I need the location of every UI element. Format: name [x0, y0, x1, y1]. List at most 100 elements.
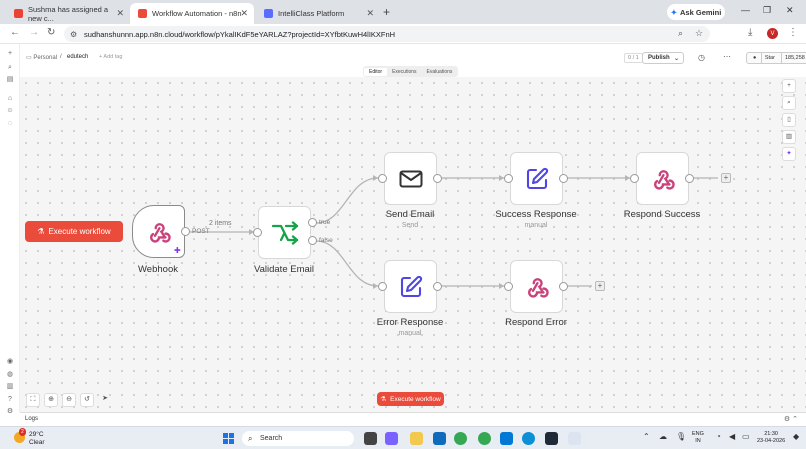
- add-node-icon[interactable]: +: [782, 79, 796, 93]
- close-icon[interactable]: ✕: [116, 8, 124, 19]
- success-output-handle[interactable]: [559, 174, 568, 183]
- restore-icon[interactable]: ❐: [763, 5, 771, 16]
- vscode-icon[interactable]: [500, 432, 513, 445]
- success-input-handle[interactable]: [504, 174, 513, 183]
- panel-icon[interactable]: ▤: [6, 76, 14, 84]
- error-output-handle[interactable]: [433, 282, 442, 291]
- chrome-profile-icon[interactable]: [478, 432, 491, 445]
- reset-zoom-icon[interactable]: ↺: [80, 393, 94, 407]
- address-bar[interactable]: ⚙ sudhanshunnn.app.n8n.cloud/workflow/pY…: [64, 26, 710, 42]
- fit-view-icon[interactable]: ⛶: [26, 393, 40, 407]
- file-explorer-icon[interactable]: [410, 432, 423, 445]
- webhook-output-handle[interactable]: [181, 227, 190, 236]
- ai-assistant-icon[interactable]: ✦: [782, 147, 796, 161]
- copilot-icon[interactable]: [385, 432, 398, 445]
- zoom-in-icon[interactable]: ⊕: [44, 393, 58, 407]
- tab-editor[interactable]: Editor: [364, 67, 388, 76]
- add-node-button[interactable]: +: [595, 281, 605, 291]
- add-tag-button[interactable]: + Add tag: [99, 54, 122, 60]
- more-options-icon[interactable]: ⋯: [723, 52, 731, 61]
- ask-gemini-button[interactable]: ✦ Ask Gemini: [667, 4, 725, 20]
- system-clock[interactable]: 21:30 23-04-2026: [757, 431, 785, 445]
- history-icon[interactable]: ◷: [698, 53, 705, 62]
- bookmark-star-icon[interactable]: ☆: [695, 28, 703, 39]
- back-icon[interactable]: ←: [10, 27, 20, 38]
- validate-true-handle[interactable]: [308, 218, 317, 227]
- logs-toggle-icon[interactable]: ⚙ ⌃: [784, 415, 798, 423]
- respond-success-input-handle[interactable]: [630, 174, 639, 183]
- execute-workflow-bottom-button[interactable]: ⚗ Execute workflow: [377, 392, 444, 406]
- store-icon[interactable]: [433, 432, 446, 445]
- close-window-icon[interactable]: ✕: [786, 5, 794, 16]
- execute-workflow-button[interactable]: ⚗ Execute workflow: [25, 221, 123, 242]
- reload-icon[interactable]: ↻: [47, 27, 55, 38]
- respond-error-output-handle[interactable]: [559, 282, 568, 291]
- new-tab-button[interactable]: +: [383, 5, 390, 19]
- node-webhook[interactable]: ✚: [132, 205, 185, 258]
- node-error-response[interactable]: [384, 260, 437, 313]
- search-nodes-icon[interactable]: ⌕: [782, 96, 796, 110]
- chat-icon[interactable]: ◌: [6, 120, 14, 128]
- profile-avatar[interactable]: V: [767, 28, 778, 39]
- battery-icon[interactable]: ▭: [742, 432, 750, 441]
- task-view-icon[interactable]: [364, 432, 377, 445]
- variables-icon[interactable]: ◍: [6, 371, 14, 379]
- node-respond-success[interactable]: [636, 152, 689, 205]
- pin-icon[interactable]: ✚: [174, 246, 181, 255]
- user-icon[interactable]: ☺: [6, 107, 14, 115]
- taskbar-search[interactable]: ⌕ Search: [242, 431, 354, 446]
- chrome-icon[interactable]: [454, 432, 467, 445]
- send-input-handle[interactable]: [378, 174, 387, 183]
- volume-icon[interactable]: ◀: [729, 432, 735, 441]
- close-icon[interactable]: ✕: [366, 8, 374, 19]
- snipping-tool-icon[interactable]: [568, 432, 581, 445]
- tray-chevron-icon[interactable]: ⌃: [643, 432, 650, 441]
- error-input-handle[interactable]: [378, 282, 387, 291]
- respond-success-output-handle[interactable]: [685, 174, 694, 183]
- node-success-response[interactable]: [510, 152, 563, 205]
- notifications-icon[interactable]: ◆: [793, 432, 799, 441]
- node-respond-error[interactable]: [510, 260, 563, 313]
- start-button[interactable]: [223, 433, 234, 444]
- templates-icon[interactable]: ◉: [6, 358, 14, 366]
- pointer-icon[interactable]: ➤: [98, 393, 112, 407]
- tab-evaluations[interactable]: Evaluations: [422, 68, 458, 76]
- settings-icon[interactable]: ⚙: [6, 408, 14, 416]
- tab-executions[interactable]: Executions: [387, 68, 421, 76]
- publish-button[interactable]: Publish ⌄: [642, 52, 684, 64]
- sidebar-panel-icon[interactable]: ▥: [782, 130, 796, 144]
- validate-input-handle[interactable]: [253, 228, 262, 237]
- download-icon[interactable]: ⤓: [748, 27, 752, 38]
- workflow-name[interactable]: edutech: [67, 54, 88, 60]
- node-send-email[interactable]: [384, 152, 437, 205]
- respond-error-input-handle[interactable]: [504, 282, 513, 291]
- tab-n8n[interactable]: Workflow Automation - n8n ✕: [130, 3, 254, 24]
- help-icon[interactable]: ?: [6, 396, 14, 404]
- onedrive-icon[interactable]: ☁: [659, 432, 667, 441]
- close-icon[interactable]: ✕: [240, 8, 248, 19]
- chevron-down-icon[interactable]: ⌄: [674, 55, 679, 62]
- menu-kebab-icon[interactable]: ⋮: [788, 27, 798, 38]
- github-star-button[interactable]: ● Star 185,258: [746, 52, 806, 64]
- add-icon[interactable]: +: [6, 50, 14, 58]
- home-icon[interactable]: ⌂: [6, 95, 14, 103]
- language-indicator[interactable]: ENG IN: [692, 431, 704, 445]
- tab-gmail[interactable]: Sushma has assigned a new c... ✕: [6, 3, 130, 24]
- site-info-icon[interactable]: ⚙: [70, 30, 77, 39]
- send-output-handle[interactable]: [433, 174, 442, 183]
- zoom-out-icon[interactable]: ⊖: [62, 393, 76, 407]
- validate-false-handle[interactable]: [308, 236, 317, 245]
- edge-icon[interactable]: [522, 432, 535, 445]
- sticky-note-icon[interactable]: ▯: [782, 113, 796, 127]
- app-icon[interactable]: [545, 432, 558, 445]
- add-node-button[interactable]: +: [721, 173, 731, 183]
- forward-icon[interactable]: →: [29, 27, 39, 38]
- mic-icon[interactable]: 🎙: [676, 432, 686, 441]
- wifi-icon[interactable]: ◔: [716, 432, 721, 441]
- tab-intelliclass[interactable]: IntelliClass Platform ✕: [256, 3, 380, 24]
- zoom-icon[interactable]: ⌕: [678, 28, 683, 39]
- project-crumb[interactable]: ▭ Personal: [26, 54, 57, 61]
- logs-panel-bar[interactable]: Logs ⚙ ⌃: [20, 412, 806, 426]
- node-validate-email[interactable]: [258, 206, 311, 259]
- search-icon[interactable]: ⌕: [6, 64, 14, 72]
